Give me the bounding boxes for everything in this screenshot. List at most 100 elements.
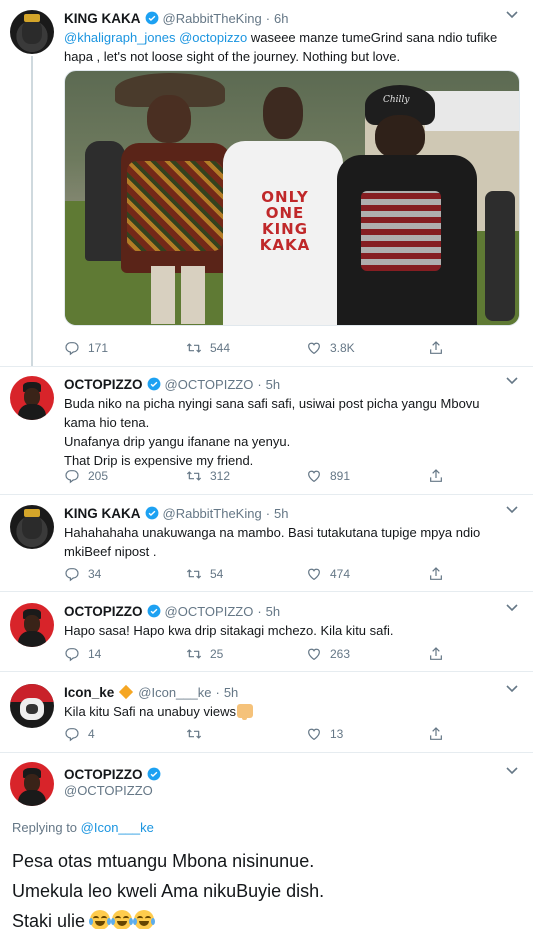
author-handle[interactable]: @OCTOPIZZO — [64, 783, 153, 798]
retweet-button[interactable]: 25 — [186, 646, 223, 662]
reply-button[interactable]: 14 — [64, 646, 101, 662]
chevron-down-icon[interactable] — [505, 376, 519, 386]
avatar[interactable] — [10, 762, 54, 806]
shirt-print: ONLY ONE KING KAKA — [245, 189, 325, 253]
timestamp[interactable]: 6h — [274, 11, 288, 26]
like-button[interactable]: 891 — [306, 468, 350, 484]
author-name[interactable]: KING KAKA — [64, 11, 141, 26]
mention-link[interactable]: @octopizzo — [179, 30, 247, 45]
reply-count: 4 — [88, 727, 95, 741]
retweet-count: 54 — [210, 567, 224, 581]
tweet-line-last: Staki ulie — [12, 906, 324, 929]
separator: · — [215, 684, 220, 700]
author-name[interactable]: KING KAKA — [64, 506, 141, 521]
share-button[interactable] — [428, 468, 444, 484]
like-button[interactable]: 3.8K — [306, 340, 355, 356]
retweet-button[interactable]: 54 — [186, 566, 223, 582]
retweet-button[interactable] — [186, 726, 210, 742]
avatar[interactable] — [10, 505, 54, 549]
tweet[interactable]: KING KAKA @RabbitTheKing · 6h @khaligrap… — [0, 8, 533, 366]
mention-link[interactable]: @Icon___ke — [81, 820, 154, 835]
tweet[interactable]: OCTOPIZZO @OCTOPIZZO · 5h Hapo sasa! Hap… — [0, 601, 533, 669]
author-name[interactable]: OCTOPIZZO — [64, 377, 143, 392]
like-count: 13 — [330, 727, 344, 741]
mention-link[interactable]: @khaligraph_jones — [64, 30, 179, 45]
reply-count: 34 — [88, 567, 102, 581]
author-handle[interactable]: @OCTOPIZZO — [165, 377, 254, 392]
avatar[interactable] — [10, 603, 54, 647]
tweet-text: Buda niko na picha nyingi sana safi safi… — [64, 394, 513, 470]
retweet-count: 544 — [210, 341, 231, 355]
tears-of-joy-icon — [111, 910, 134, 929]
chevron-down-icon[interactable] — [505, 505, 519, 515]
reply-count: 171 — [88, 341, 109, 355]
share-button[interactable] — [428, 646, 444, 662]
tears-of-joy-icon — [133, 910, 156, 929]
author-handle[interactable]: @OCTOPIZZO — [165, 604, 254, 619]
share-button[interactable] — [428, 726, 444, 742]
retweet-icon — [186, 468, 202, 484]
tears-of-joy-icon — [89, 910, 112, 929]
verified-icon — [145, 506, 159, 520]
retweet-button[interactable]: 312 — [186, 468, 230, 484]
avatar[interactable] — [10, 684, 54, 728]
divider — [0, 494, 533, 495]
reply-button[interactable]: 205 — [64, 468, 108, 484]
tweet[interactable]: OCTOPIZZO @OCTOPIZZO · 5h Buda niko na p… — [0, 374, 533, 492]
share-icon — [428, 726, 444, 742]
divider — [0, 366, 533, 367]
reply-button[interactable]: 34 — [64, 566, 101, 582]
author-name[interactable]: Icon_ke — [64, 685, 114, 700]
like-count: 474 — [330, 567, 351, 581]
reply-button[interactable]: 171 — [64, 340, 108, 356]
retweet-icon — [186, 340, 202, 356]
chevron-down-icon[interactable] — [505, 766, 519, 776]
tweet[interactable]: KING KAKA @RabbitTheKing · 5h Hahahahaha… — [0, 503, 533, 589]
tweet-line: Pesa otas mtuangu Mbona nisinunue. — [12, 851, 315, 871]
reply-icon — [64, 468, 80, 484]
shirt-line: ONLY — [261, 188, 309, 206]
reply-button[interactable]: 4 — [64, 726, 95, 742]
reply-count: 14 — [88, 647, 102, 661]
author-name[interactable]: OCTOPIZZO — [64, 604, 143, 619]
verified-icon — [147, 377, 161, 391]
share-button[interactable] — [428, 566, 444, 582]
share-button[interactable] — [428, 340, 444, 356]
verified-icon — [147, 604, 161, 618]
separator: · — [257, 603, 262, 619]
avatar[interactable] — [10, 10, 54, 54]
chevron-down-icon[interactable] — [505, 684, 519, 694]
like-button[interactable]: 263 — [306, 646, 350, 662]
timestamp[interactable]: 5h — [266, 604, 280, 619]
author-name[interactable]: OCTOPIZZO — [64, 767, 143, 782]
verified-icon — [145, 11, 159, 25]
author-handle[interactable]: @Icon___ke — [138, 685, 211, 700]
retweet-button[interactable]: 544 — [186, 340, 230, 356]
like-icon — [306, 468, 322, 484]
share-icon — [428, 468, 444, 484]
like-icon — [306, 646, 322, 662]
like-button[interactable]: 474 — [306, 566, 350, 582]
divider — [0, 752, 533, 753]
reply-icon — [64, 726, 80, 742]
author-handle[interactable]: @RabbitTheKing — [163, 506, 262, 521]
tweet-line: Staki ulie — [12, 911, 91, 929]
diamond-icon — [119, 684, 134, 700]
chevron-down-icon[interactable] — [505, 603, 519, 613]
tweet-photo[interactable]: ONLY ONE KING KAKA Chilly — [64, 70, 520, 326]
chevron-down-icon[interactable] — [505, 10, 519, 20]
separator: · — [265, 10, 271, 26]
verified-icon — [147, 767, 161, 781]
thumbs-down-icon — [236, 704, 253, 720]
retweet-count: 25 — [210, 647, 224, 661]
like-button[interactable]: 13 — [306, 726, 343, 742]
separator: · — [257, 376, 262, 392]
avatar[interactable] — [10, 376, 54, 420]
retweet-icon — [186, 726, 202, 742]
timestamp[interactable]: 5h — [274, 506, 288, 521]
author-handle[interactable]: @RabbitTheKing — [163, 11, 262, 26]
timestamp[interactable]: 5h — [224, 685, 238, 700]
timestamp[interactable]: 5h — [266, 377, 280, 392]
tweet-text: Hapo sasa! Hapo kwa drip sitakagi mchezo… — [64, 623, 394, 638]
tweet[interactable]: Icon_ke @Icon___ke · 5h Kila kitu Safi n… — [0, 682, 533, 750]
